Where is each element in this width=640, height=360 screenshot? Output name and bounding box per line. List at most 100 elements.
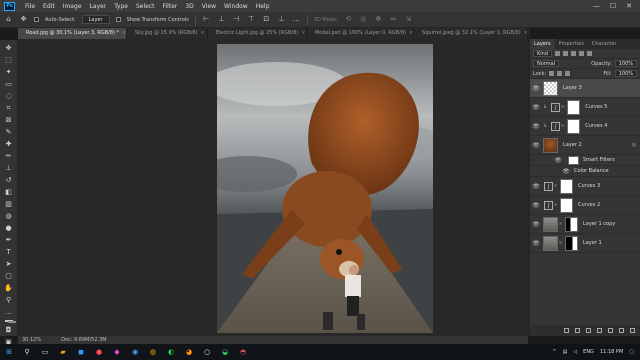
menu-file[interactable]: File [21, 3, 39, 10]
filter-mask-thumbnail[interactable] [568, 155, 579, 165]
file-explorer-icon[interactable]: ▰ [57, 347, 69, 357]
layer-row-curves-5[interactable]: 👁 ↳ ∫ ∞ Curves 5 [530, 98, 640, 117]
pixel-filter-icon[interactable] [555, 51, 561, 56]
layer-row-layer-1-copy[interactable]: 👁 ∞ Layer 1 copy [530, 215, 640, 234]
visibility-eye-icon[interactable]: 👁 [532, 85, 540, 92]
zoom-level[interactable]: 30.12% [22, 337, 41, 343]
adjustment-filter-icon[interactable] [563, 51, 569, 56]
app-icon[interactable]: ◒ [219, 347, 231, 357]
menu-image[interactable]: Image [59, 3, 86, 10]
color-balance-row[interactable]: 👁 Color Balance [530, 166, 640, 177]
layer-row-curves-4[interactable]: 👁 ↳ ∫ ∞ Curves 4 [530, 117, 640, 136]
close-icon[interactable]: × [201, 30, 205, 36]
menu-edit[interactable]: Edit [39, 3, 59, 10]
clone-stamp-icon[interactable]: ⊥ [3, 164, 15, 173]
quick-mask-icon[interactable]: ◘ [3, 326, 15, 335]
background-color-swatch[interactable] [7, 321, 16, 323]
new-layer-icon[interactable] [619, 328, 624, 333]
path-select-icon[interactable]: ➤ [3, 260, 15, 269]
layer-style-icon[interactable] [575, 328, 580, 333]
filter-kind-dropdown[interactable]: Kind [533, 50, 553, 57]
eyedropper-icon[interactable]: ✎ [3, 128, 15, 137]
tab-electric-light[interactable]: Electric Light.jpg @ 25% (RGB/8) × [208, 28, 307, 39]
gradient-tool-icon[interactable]: ▥ [3, 200, 15, 209]
brush-tool-icon[interactable]: ✏ [3, 152, 15, 161]
visibility-eye-icon[interactable]: 👁 [532, 104, 540, 111]
healing-brush-icon[interactable]: ✚ [3, 140, 15, 149]
maximize-button[interactable]: ☐ [610, 2, 616, 10]
layer-row-layer-2[interactable]: 👁 Layer 2 ◎ [530, 136, 640, 155]
align-right-icon[interactable]: ⊣ [232, 15, 241, 24]
visibility-eye-icon[interactable]: 👁 [532, 142, 540, 149]
layer-mask-thumbnail[interactable] [567, 99, 581, 115]
zoom-tool-icon[interactable]: ⚲ [3, 296, 15, 305]
auto-select-checkbox[interactable] [34, 17, 39, 22]
menu-3d[interactable]: 3D [181, 3, 197, 10]
menu-layer[interactable]: Layer [85, 3, 110, 10]
visibility-eye-icon[interactable]: 👁 [562, 168, 570, 175]
tab-road[interactable]: Road.jpg @ 30.1% (Layer 3, RGB/8) * × [18, 28, 127, 39]
app-icon[interactable]: ◉ [129, 347, 141, 357]
opacity-field[interactable]: 100% [614, 60, 637, 67]
lock-pixels-icon[interactable] [549, 71, 555, 76]
tab-character[interactable]: Character [588, 39, 621, 49]
menu-help[interactable]: Help [252, 3, 274, 10]
layer-row-curves-2[interactable]: 👁 ∫ ∞ Curves 2 [530, 196, 640, 215]
3d-roll-icon[interactable]: ◎ [359, 15, 368, 24]
3d-slide-icon[interactable]: ⇔ [389, 15, 398, 24]
rectangle-tool-icon[interactable]: ▢ [3, 272, 15, 281]
type-tool-icon[interactable]: T [3, 248, 15, 257]
search-icon[interactable]: ⚲ [21, 347, 33, 357]
visibility-eye-icon[interactable]: 👁 [554, 157, 562, 164]
smart-filter-indicator-icon[interactable]: ◎ [632, 142, 636, 148]
app-icon[interactable]: ◆ [111, 347, 123, 357]
menu-type[interactable]: Type [110, 3, 132, 10]
menu-select[interactable]: Select [132, 3, 159, 10]
visibility-eye-icon[interactable]: 👁 [532, 183, 540, 190]
close-icon[interactable]: × [122, 30, 126, 36]
trash-icon[interactable] [630, 328, 635, 333]
layer-row-curves-3[interactable]: 👁 ∫ ∞ Curves 3 [530, 177, 640, 196]
home-icon[interactable]: ⌂ [4, 15, 13, 24]
document-canvas[interactable] [217, 44, 433, 333]
close-icon[interactable]: × [301, 30, 305, 36]
lock-all-icon[interactable] [565, 71, 571, 76]
notifications-icon[interactable]: ▢ [629, 349, 634, 355]
smart-filters-row[interactable]: 👁 Smart Filters [530, 155, 640, 166]
close-icon[interactable]: × [409, 30, 413, 36]
new-group-icon[interactable] [608, 328, 613, 333]
more-options-icon[interactable]: … [292, 15, 301, 24]
tab-model[interactable]: Model.psd @ 100% (Layer 0, RGB/8) × [307, 28, 414, 39]
blur-tool-icon[interactable]: ◍ [3, 212, 15, 221]
minimize-button[interactable]: — [593, 2, 600, 10]
visibility-eye-icon[interactable]: 👁 [532, 221, 540, 228]
fill-field[interactable]: 100% [614, 70, 637, 77]
layer-mask-thumbnail[interactable] [565, 235, 578, 251]
auto-select-dropdown[interactable]: Layer [81, 15, 110, 24]
tab-sky[interactable]: Sky.jpg @ 15.9% (RGB/8) × [127, 28, 208, 39]
adjustment-layer-icon[interactable] [597, 328, 602, 333]
move-tool-icon[interactable]: ✥ [3, 44, 15, 53]
close-button[interactable]: ✕ [626, 2, 632, 10]
lasso-tool-icon[interactable]: ◌ [3, 92, 15, 101]
pen-tool-icon[interactable]: ✒ [3, 236, 15, 245]
app-icon[interactable]: ● [93, 347, 105, 357]
add-mask-icon[interactable] [586, 328, 591, 333]
document-size[interactable]: Doc: 9.89M/52.3M [61, 337, 107, 343]
menu-filter[interactable]: Filter [159, 3, 182, 10]
layer-mask-thumbnail[interactable] [565, 216, 578, 232]
windows-start-icon[interactable]: ⊞ [3, 347, 15, 357]
app-icon[interactable]: ◓ [237, 347, 249, 357]
chrome-icon[interactable]: ◍ [147, 347, 159, 357]
volume-icon[interactable]: ◁ [573, 349, 577, 355]
dodge-tool-icon[interactable]: ● [3, 224, 15, 233]
visibility-eye-icon[interactable]: 👁 [532, 123, 540, 130]
lock-position-icon[interactable] [557, 71, 563, 76]
menu-window[interactable]: Window [220, 3, 252, 10]
smart-object-filter-icon[interactable] [587, 51, 593, 56]
artboard-tool-icon[interactable]: ⬚ [3, 56, 15, 65]
network-icon[interactable]: ▤ [563, 349, 568, 355]
3d-pan-icon[interactable]: ✥ [374, 15, 383, 24]
eraser-icon[interactable]: ◧ [3, 188, 15, 197]
align-top-icon[interactable]: ⊤ [247, 15, 256, 24]
